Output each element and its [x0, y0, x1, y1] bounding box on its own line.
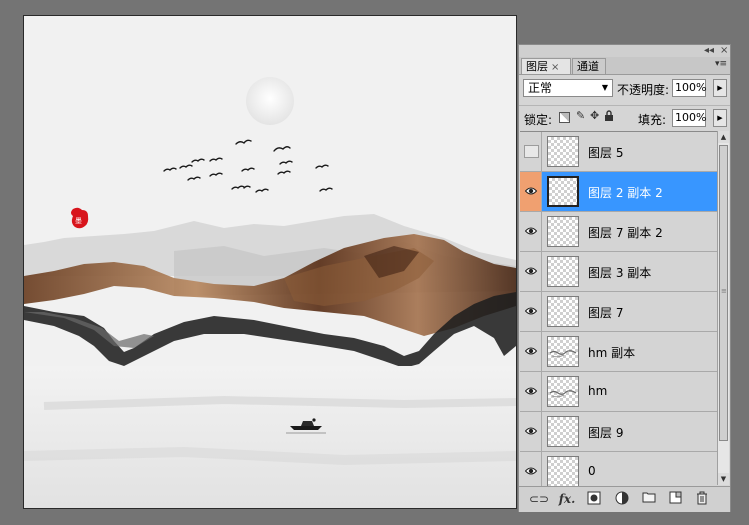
visibility-toggle[interactable] — [520, 252, 542, 291]
layer-row[interactable]: 图层 2 副本 2 — [520, 172, 717, 212]
layer-name-label: hm 副本 — [588, 346, 636, 360]
eye-icon — [525, 187, 537, 195]
tab-channels[interactable]: 通道 — [572, 58, 606, 74]
tab-channels-label: 通道 — [577, 60, 599, 73]
layer-name-label: 图层 7 副本 2 — [588, 226, 663, 240]
layer-name-label: 图层 7 — [588, 306, 624, 320]
layer-row[interactable]: 图层 7 — [520, 292, 717, 332]
visibility-toggle[interactable] — [520, 292, 542, 331]
visibility-toggle[interactable] — [520, 372, 542, 411]
layer-list: 图层 5 图层 2 副本 2 图层 7 副本 2 图层 3 副本 图层 7 hm 副本 hm… — [520, 131, 717, 486]
collapse-panel-button[interactable]: ◂◂ — [704, 46, 714, 56]
layer-thumbnail[interactable] — [547, 336, 579, 367]
scrollbar-thumb[interactable]: ≡ — [719, 145, 728, 441]
layer-row[interactable]: 图层 7 副本 2 — [520, 212, 717, 252]
lock-label: 锁定: — [524, 113, 553, 127]
link-layers-icon[interactable]: ⊂⊃ — [529, 491, 549, 507]
lock-all-padlock-icon[interactable] — [604, 110, 614, 125]
lock-position-move-icon[interactable]: ✥ — [590, 110, 599, 122]
eye-icon — [525, 387, 537, 395]
visibility-toggle[interactable] — [520, 172, 542, 211]
tab-close-icon[interactable]: × — [551, 62, 559, 73]
visibility-toggle[interactable] — [520, 332, 542, 371]
fill-label: 填充: — [638, 113, 667, 127]
layer-thumbnail[interactable] — [547, 376, 579, 407]
opacity-slider-arrow-icon[interactable]: ▶ — [713, 79, 727, 97]
eye-icon — [525, 347, 537, 355]
eye-icon — [525, 227, 537, 235]
layer-row[interactable]: 图层 5 — [520, 132, 717, 172]
eye-icon — [525, 267, 537, 275]
layer-thumbnail[interactable] — [547, 176, 579, 207]
dropdown-arrow-icon: ▼ — [601, 83, 608, 92]
layer-thumbnail[interactable] — [547, 456, 579, 486]
new-layer-icon[interactable] — [667, 491, 683, 507]
tab-layers[interactable]: 图层 × — [521, 58, 571, 74]
layer-name-label: 图层 2 副本 2 — [588, 186, 663, 200]
tab-layers-label: 图层 — [526, 60, 548, 73]
layer-row[interactable]: hm 副本 — [520, 332, 717, 372]
fill-slider-arrow-icon[interactable]: ▶ — [713, 109, 727, 127]
scrollbar-grip-icon: ≡ — [721, 287, 727, 295]
panel-tab-bar: 图层 × 通道 ▾≡ — [519, 57, 730, 75]
close-panel-button[interactable]: × — [720, 46, 728, 56]
scroll-down-arrow-icon[interactable]: ▼ — [718, 473, 729, 485]
layer-row[interactable]: 图层 3 副本 — [520, 252, 717, 292]
document-canvas[interactable]: 墨 — [23, 15, 517, 509]
lock-pixels-brush-icon[interactable]: ✎ — [576, 110, 585, 122]
panel-menu-icon[interactable]: ▾≡ — [715, 59, 727, 69]
eye-icon — [525, 467, 537, 475]
hidden-eye-box-icon — [524, 145, 539, 158]
delete-layer-icon[interactable] — [694, 491, 710, 507]
layer-name-label: 图层 5 — [588, 146, 624, 160]
layer-row[interactable]: hm — [520, 372, 717, 412]
layer-thumbnail[interactable] — [547, 416, 579, 447]
layer-name-label: hm — [588, 384, 608, 398]
layer-name-label: 图层 3 副本 — [588, 266, 652, 280]
layer-row[interactable]: 0 — [520, 452, 717, 486]
eye-icon — [525, 307, 537, 315]
layer-thumbnail[interactable] — [547, 256, 579, 287]
blend-mode-value: 正常 — [528, 81, 553, 95]
blend-row: 正常 ▼ 不透明度: 100% ▶ — [519, 77, 730, 101]
sun-shape — [246, 77, 294, 125]
svg-text:墨: 墨 — [75, 217, 82, 225]
layer-thumbnail[interactable] — [547, 136, 579, 167]
lock-row: 锁定: ✎ ✥ 填充: 100% ▶ — [519, 105, 730, 130]
opacity-input[interactable]: 100% — [672, 79, 706, 97]
lock-transparency-icon[interactable] — [559, 112, 570, 123]
layer-thumbnail[interactable] — [547, 216, 579, 247]
layers-bottom-toolbar: ⊂⊃ fx. — [519, 486, 730, 512]
eye-icon — [525, 427, 537, 435]
visibility-toggle[interactable] — [520, 412, 542, 451]
layer-name-label: 0 — [588, 464, 596, 478]
panel-title-bar[interactable]: ◂◂ × — [519, 45, 730, 57]
layers-panel: ◂◂ × 图层 × 通道 ▾≡ 正常 ▼ 不透明度: 100% ▶ 锁定: ✎ ✥… — [518, 44, 731, 512]
new-group-icon[interactable] — [641, 491, 657, 507]
fill-input[interactable]: 100% — [672, 109, 706, 127]
blend-mode-select[interactable]: 正常 ▼ — [523, 79, 613, 97]
layer-name-label: 图层 9 — [588, 426, 624, 440]
fx-style-icon[interactable]: fx. — [557, 491, 577, 507]
layer-row[interactable]: 图层 9 — [520, 412, 717, 452]
visibility-toggle[interactable] — [520, 452, 542, 486]
visibility-toggle[interactable] — [520, 132, 542, 171]
adjustment-layer-icon[interactable] — [614, 491, 630, 507]
opacity-label: 不透明度: — [617, 83, 670, 97]
scroll-up-arrow-icon[interactable]: ▲ — [718, 131, 729, 143]
ink-landscape-artwork: 墨 — [24, 16, 516, 508]
layer-list-scrollbar[interactable]: ▲ ≡ ▼ — [717, 131, 729, 485]
layer-thumbnail[interactable] — [547, 296, 579, 327]
add-mask-icon[interactable] — [586, 491, 602, 507]
visibility-toggle[interactable] — [520, 212, 542, 251]
